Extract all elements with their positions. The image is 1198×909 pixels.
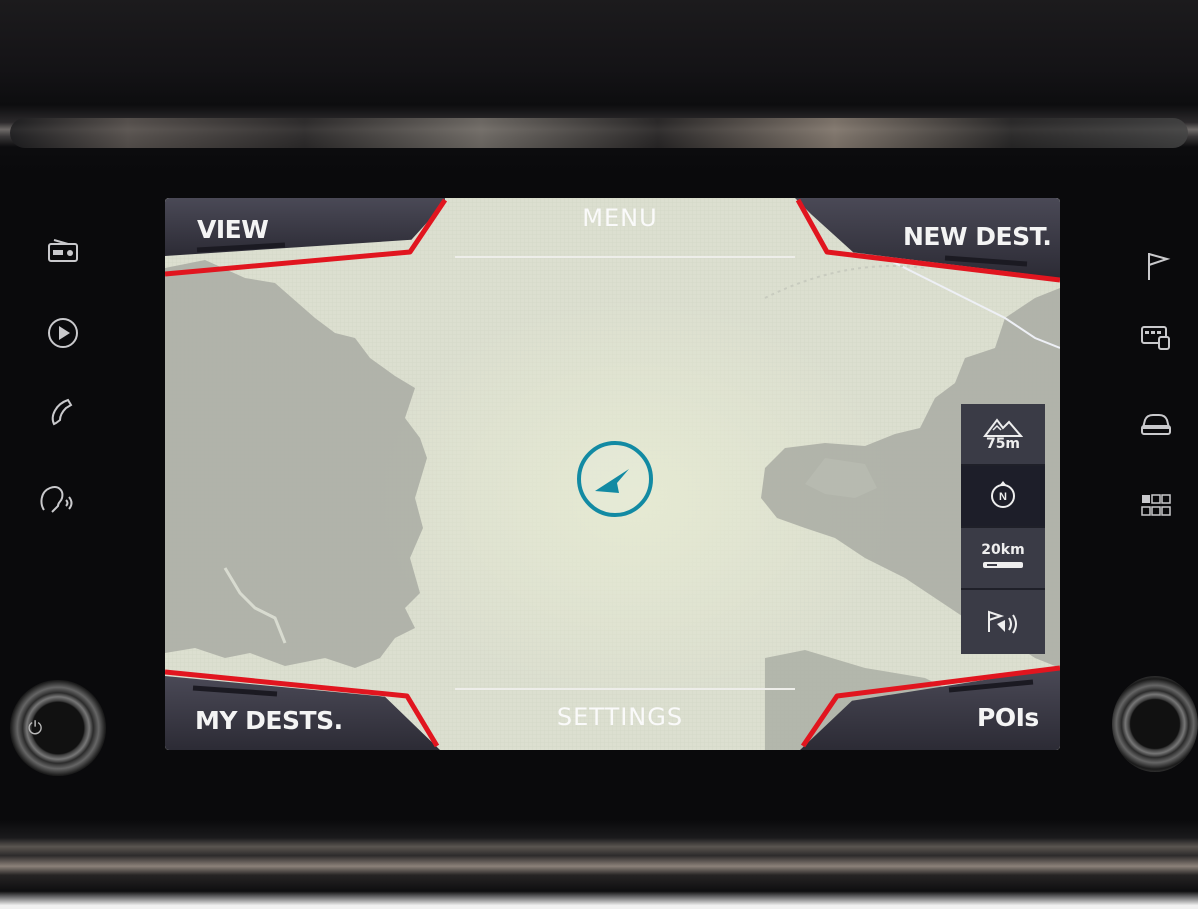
altitude-view-button[interactable]: 75m — [961, 404, 1045, 466]
mountain-icon — [983, 418, 1023, 437]
navigation-flag-icon[interactable] — [1138, 250, 1178, 287]
pois-button[interactable]: POIs — [977, 703, 1039, 732]
voice-icon[interactable] — [38, 482, 78, 521]
settings-label: SETTINGS — [556, 703, 684, 731]
voice-guidance-button[interactable] — [961, 590, 1045, 652]
tuning-knob[interactable] — [1112, 676, 1198, 772]
chrome-strip-top — [10, 118, 1188, 148]
menu-label: MENU — [582, 204, 658, 232]
radio-icon[interactable] — [43, 238, 83, 269]
phone-icon[interactable] — [43, 396, 83, 435]
vehicle-position-marker — [577, 441, 653, 517]
view-button[interactable]: VIEW — [197, 215, 269, 244]
compass-north-icon: N — [991, 481, 1015, 508]
flag-sound-icon — [988, 610, 1017, 634]
settings-divider — [455, 688, 795, 690]
altitude-label: 75m — [985, 436, 1021, 452]
north-label: N — [999, 491, 1007, 503]
scale-bar-icon — [983, 562, 1023, 568]
nav-screen: VIEW MENU NEW DEST. MY DESTS. SETTINGS P… — [165, 198, 1060, 750]
traffic-info-icon[interactable] — [1136, 323, 1176, 358]
menu-button[interactable]: MENU — [445, 204, 795, 250]
media-play-icon[interactable] — [43, 316, 83, 355]
map-control-panel: 75m N 20km — [961, 404, 1045, 654]
my-dests-button[interactable]: MY DESTS. — [195, 706, 343, 735]
my-dests-tab-accent — [165, 669, 440, 748]
dashboard-trim-top — [0, 0, 1198, 175]
settings-button[interactable]: SETTINGS — [440, 703, 800, 743]
new-dest-button[interactable]: NEW DEST. — [903, 222, 1052, 251]
dashboard-trim-bottom — [0, 820, 1198, 909]
volume-power-knob[interactable]: ⏻ — [10, 680, 106, 776]
scale-label: 20km — [981, 542, 1025, 558]
power-icon: ⏻ — [28, 718, 43, 739]
north-up-button[interactable]: N — [961, 466, 1045, 528]
map-scale-button[interactable]: 20km — [961, 528, 1045, 590]
apps-grid-icon[interactable] — [1136, 493, 1176, 524]
car-icon[interactable] — [1136, 408, 1176, 443]
menu-divider — [455, 256, 795, 258]
